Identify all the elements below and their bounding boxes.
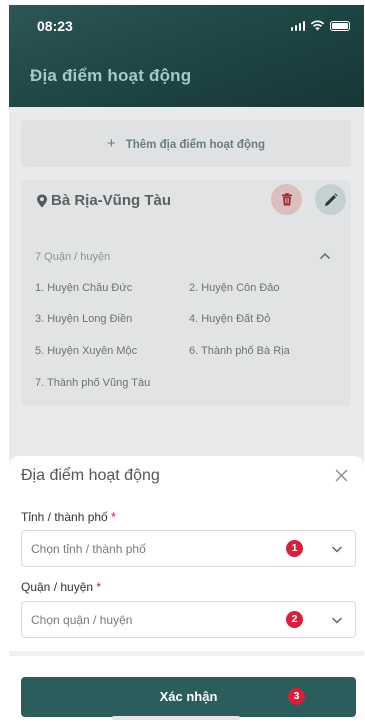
wifi-icon bbox=[310, 20, 325, 31]
add-location-label: Thêm địa điểm hoạt động bbox=[125, 139, 266, 151]
district-item: 6. Thành phố Bà Rịa bbox=[189, 345, 290, 357]
add-location-button[interactable]: + Thêm địa điểm hoạt động bbox=[21, 120, 351, 167]
step-badge: 3 bbox=[288, 688, 305, 705]
edit-button[interactable] bbox=[315, 184, 346, 215]
bottom-sheet: Địa điểm hoạt động Tỉnh / thành phố * Ch… bbox=[9, 456, 364, 727]
district-item: 5. Huyện Xuyên Mộc bbox=[35, 345, 138, 357]
step-badge: 2 bbox=[286, 611, 303, 628]
page-title: Địa điểm hoạt động bbox=[30, 66, 192, 85]
province-select[interactable]: Chọn tỉnh / thành phố 1 bbox=[21, 530, 356, 567]
delete-button[interactable] bbox=[271, 184, 302, 215]
province-select-placeholder: Chọn tỉnh / thành phố bbox=[31, 542, 146, 556]
chevron-down-icon bbox=[331, 617, 343, 624]
phone-screen: 08:23 Địa điểm hoạt động + Thêm địa điểm … bbox=[9, 5, 364, 727]
province-field-label: Tỉnh / thành phố * bbox=[21, 510, 116, 524]
chevron-up-icon[interactable] bbox=[319, 251, 331, 261]
district-item: 7. Thành phố Vũng Tàu bbox=[35, 377, 151, 389]
pencil-icon bbox=[324, 192, 338, 206]
signal-icon bbox=[290, 20, 305, 31]
required-mark: * bbox=[96, 580, 102, 594]
district-count: 7 Quận / huyện bbox=[35, 251, 111, 263]
trash-icon bbox=[281, 193, 292, 206]
district-item: 4. Huyện Đất Đỏ bbox=[189, 313, 271, 325]
province-card: Bà Rịa-Vũng Tàu 7 Quận / huyện 1. Huyện … bbox=[21, 180, 351, 406]
app-header: 08:23 Địa điểm hoạt động bbox=[9, 5, 364, 107]
district-item: 2. Huyện Côn Đảo bbox=[189, 282, 280, 294]
province-name: Bà Rịa-Vũng Tàu bbox=[51, 192, 172, 209]
required-mark: * bbox=[111, 510, 116, 524]
home-indicator bbox=[112, 716, 240, 720]
confirm-button-label: Xác nhận bbox=[159, 689, 218, 704]
status-bar: 08:23 bbox=[9, 5, 364, 45]
district-item: 1. Huyện Châu Đức bbox=[35, 282, 133, 294]
status-time: 08:23 bbox=[37, 18, 73, 34]
divider bbox=[9, 651, 364, 656]
sheet-title: Địa điểm hoạt động bbox=[21, 467, 160, 484]
confirm-button[interactable]: Xác nhận 3 bbox=[21, 677, 356, 717]
battery-icon bbox=[330, 20, 350, 31]
step-badge: 1 bbox=[286, 540, 303, 557]
close-icon[interactable] bbox=[333, 467, 350, 484]
chevron-down-icon bbox=[331, 546, 343, 553]
district-select-placeholder: Chọn quận / huyện bbox=[31, 613, 133, 627]
district-item: 3. Huyện Long Điền bbox=[35, 313, 133, 325]
status-icons bbox=[290, 20, 350, 31]
district-select[interactable]: Chọn quận / huyện 2 bbox=[21, 601, 356, 638]
map-pin-icon bbox=[37, 194, 47, 208]
district-field-label: Quận / huyện * bbox=[21, 580, 102, 594]
plus-icon: + bbox=[106, 135, 116, 152]
